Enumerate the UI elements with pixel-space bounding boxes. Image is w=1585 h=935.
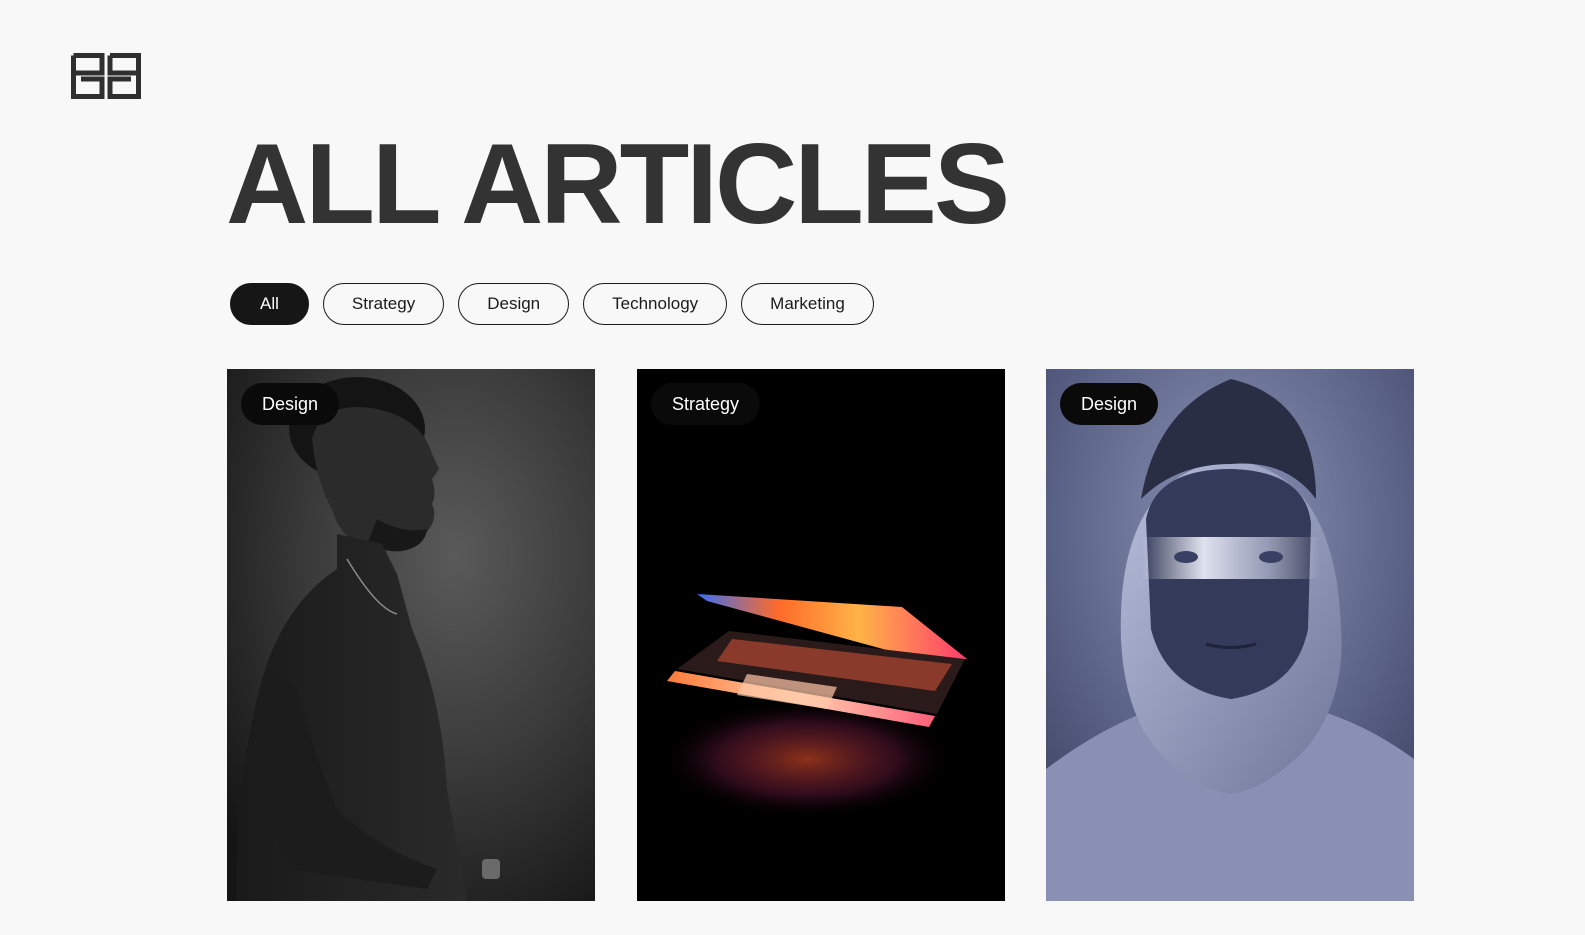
category-badge: Design <box>241 383 340 425</box>
filter-all[interactable]: All <box>230 283 309 325</box>
category-badge: Design <box>1060 383 1159 425</box>
article-card[interactable]: Design <box>1046 369 1414 901</box>
articles-page: ALL ARTICLES All Strategy Design Technol… <box>0 0 1585 935</box>
article-image <box>637 369 1005 901</box>
article-image <box>1046 369 1414 901</box>
article-image <box>227 369 595 901</box>
filter-strategy[interactable]: Strategy <box>322 283 445 325</box>
article-card[interactable]: Strategy <box>637 369 1005 901</box>
category-filters: All Strategy Design Technology Marketing <box>230 283 874 325</box>
filter-technology[interactable]: Technology <box>583 283 728 325</box>
article-card[interactable]: Design <box>227 369 595 901</box>
filter-design[interactable]: Design <box>458 283 570 325</box>
filter-marketing[interactable]: Marketing <box>741 283 874 325</box>
page-title: ALL ARTICLES <box>226 121 1010 248</box>
category-badge: Strategy <box>651 383 761 425</box>
ea-monogram-logo[interactable] <box>71 53 141 99</box>
